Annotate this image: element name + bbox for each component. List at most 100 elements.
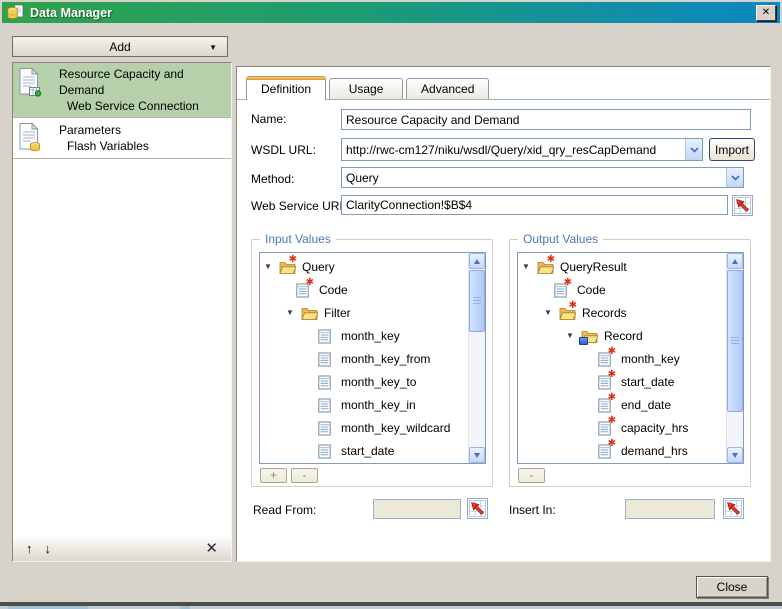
data-source-title: Resource Capacity and Demand xyxy=(45,66,229,98)
tree-node[interactable]: ▼ xyxy=(260,416,468,439)
web-service-url-input[interactable] xyxy=(341,195,728,215)
tree-node-label: Query xyxy=(298,260,335,274)
document-icon xyxy=(17,66,45,114)
wsdl-url-combobox xyxy=(341,138,703,161)
web-service-badge-icon xyxy=(30,88,41,97)
name-label: Name: xyxy=(251,112,286,126)
tree-node[interactable]: ▼ xyxy=(518,278,726,301)
tab[interactable]: Advanced xyxy=(406,78,489,99)
input-values-tree: ▼ xyxy=(260,255,468,463)
import-button[interactable]: Import xyxy=(709,138,755,161)
tree-node[interactable]: ▼ xyxy=(260,439,468,462)
title-bar: Data Manager ✕ xyxy=(2,2,780,23)
triangle-up-icon xyxy=(474,259,480,264)
tree-node-label: Code xyxy=(573,283,606,297)
delete-item-button[interactable]: ✕ xyxy=(205,541,218,556)
read-from-input[interactable] xyxy=(373,499,461,519)
scrollbar-thumb[interactable] xyxy=(727,270,743,412)
range-picker-icon xyxy=(734,197,751,214)
scroll-up-button[interactable] xyxy=(727,253,743,269)
scroll-down-button[interactable] xyxy=(727,447,743,463)
method-label: Method: xyxy=(251,172,294,186)
wsdl-url-input[interactable] xyxy=(342,139,685,160)
close-button[interactable]: Close xyxy=(696,576,768,598)
tree-node[interactable]: ▼ xyxy=(260,278,468,301)
add-button-label: Add xyxy=(109,40,130,54)
expand-collapse-arrow-icon[interactable]: ▼ xyxy=(286,308,301,317)
document-icon xyxy=(318,329,331,344)
required-asterisk-icon: ✱ xyxy=(608,346,616,357)
required-asterisk-icon: ✱ xyxy=(608,369,616,380)
method-input[interactable] xyxy=(342,168,726,187)
output-tree-scrollbar[interactable] xyxy=(726,253,743,463)
data-source-item[interactable]: Parameters Flash Variables xyxy=(13,118,231,159)
tree-node[interactable]: ▼ xyxy=(518,416,726,439)
scroll-up-button[interactable] xyxy=(469,253,485,269)
range-picker-icon xyxy=(725,500,742,517)
name-input[interactable] xyxy=(341,109,751,130)
tree-node[interactable]: ▼ xyxy=(518,301,726,324)
data-source-title: Parameters xyxy=(45,122,149,138)
expand-collapse-arrow-icon[interactable]: ▼ xyxy=(544,308,559,317)
move-up-button[interactable]: ↑ xyxy=(26,542,33,555)
tab-strip: Definition Usage Advanced xyxy=(237,76,770,100)
output-values-title: Output Values xyxy=(518,232,603,246)
add-input-value-button[interactable]: + xyxy=(260,468,287,483)
input-values-treebox: ▼ xyxy=(259,252,486,464)
tree-node[interactable]: ▼ xyxy=(260,301,468,324)
add-button[interactable]: Add ▼ xyxy=(12,36,228,57)
data-manager-app-icon xyxy=(7,4,24,21)
tab-label: Usage xyxy=(349,82,384,96)
tree-node[interactable]: ▼ xyxy=(518,347,726,370)
triangle-down-icon xyxy=(474,453,480,458)
expand-collapse-arrow-icon[interactable]: ▼ xyxy=(522,262,537,271)
chevron-down-icon xyxy=(731,175,740,181)
tab-label: Advanced xyxy=(421,82,474,96)
input-values-title: Input Values xyxy=(260,232,336,246)
tree-node-label: Code xyxy=(315,283,348,297)
tree-node[interactable]: ▼ xyxy=(260,393,468,416)
data-source-item[interactable]: Resource Capacity and Demand Web Service… xyxy=(13,63,231,118)
data-manager-window: Data Manager ✕ Add ▼ xyxy=(0,0,782,609)
tree-node[interactable]: ▼ xyxy=(518,255,726,278)
scrollbar-thumb[interactable] xyxy=(469,270,485,332)
tree-node[interactable]: ▼ xyxy=(518,393,726,416)
tree-node-label: month_key_from xyxy=(337,352,430,366)
remove-output-value-button[interactable]: - xyxy=(518,468,545,483)
tree-node-label: month_key_in xyxy=(337,398,416,412)
tree-node-label: month_key xyxy=(337,329,400,343)
tree-node[interactable]: ▼ xyxy=(518,324,726,347)
tab[interactable]: Usage xyxy=(329,78,403,99)
data-source-subtitle: Flash Variables xyxy=(45,138,149,154)
method-dropdown-button[interactable] xyxy=(726,168,743,187)
tree-node-label: Record xyxy=(600,329,643,343)
tree-node[interactable]: ▼ xyxy=(260,324,468,347)
insert-in-range-picker-button[interactable] xyxy=(723,498,744,519)
tree-node-label: Filter xyxy=(320,306,351,320)
remove-input-value-button[interactable]: - xyxy=(291,468,318,483)
wsdl-dropdown-button[interactable] xyxy=(685,139,702,160)
tab[interactable]: Definition xyxy=(246,76,326,100)
expand-collapse-arrow-icon[interactable]: ▼ xyxy=(264,262,279,271)
document-icon xyxy=(318,352,331,367)
tree-node[interactable]: ▼ xyxy=(518,370,726,393)
tree-node[interactable]: ▼ xyxy=(260,370,468,393)
input-tree-scrollbar[interactable] xyxy=(468,253,485,463)
chevron-down-icon xyxy=(690,147,699,153)
web-service-url-range-picker-button[interactable] xyxy=(732,195,753,216)
tree-node[interactable]: ▼ xyxy=(518,439,726,462)
read-from-range-picker-button[interactable] xyxy=(467,498,488,519)
window-close-button[interactable]: ✕ xyxy=(756,5,776,21)
document-icon xyxy=(318,421,331,436)
insert-in-input[interactable] xyxy=(625,499,715,519)
tree-node[interactable]: ▼ xyxy=(260,255,468,278)
tree-node-label: month_key xyxy=(617,352,680,366)
folder-icon xyxy=(301,306,318,320)
tree-node-label: Records xyxy=(578,306,627,320)
list-footer: ↑ ↓ ✕ xyxy=(13,535,231,561)
move-down-button[interactable]: ↓ xyxy=(45,542,52,555)
tree-node-label: capacity_hrs xyxy=(617,421,688,435)
document-icon xyxy=(318,375,331,390)
scroll-down-button[interactable] xyxy=(469,447,485,463)
tree-node[interactable]: ▼ xyxy=(260,347,468,370)
